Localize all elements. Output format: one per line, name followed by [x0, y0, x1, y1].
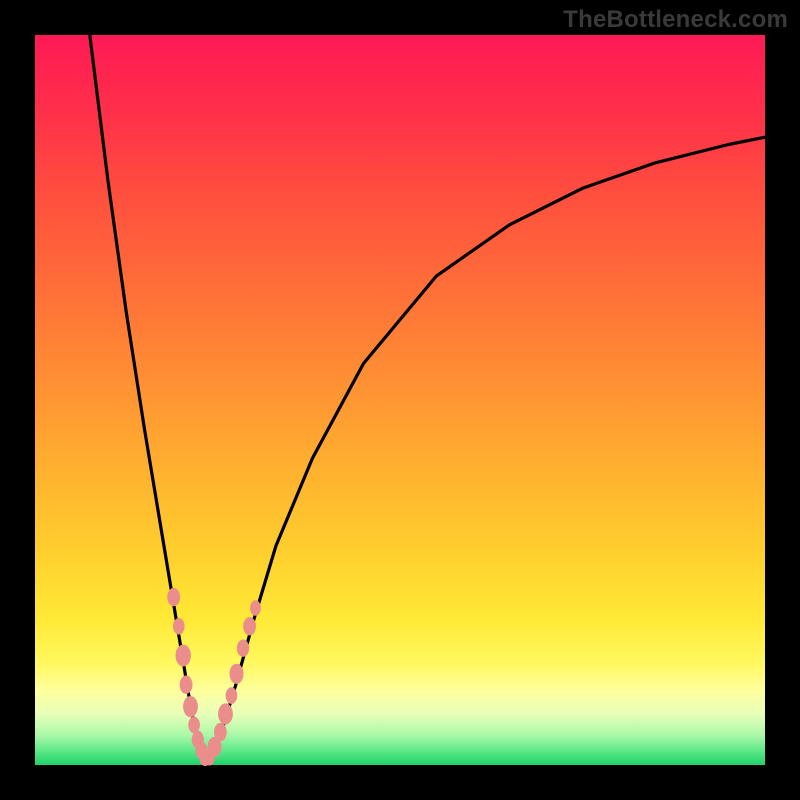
marker-dot [183, 696, 198, 717]
marker-dot [218, 703, 233, 724]
curve-right-branch [207, 137, 766, 761]
marker-dot [214, 723, 227, 741]
marker-dot [250, 600, 261, 616]
marker-dot [237, 640, 249, 657]
marker-dot [243, 617, 256, 635]
marker-dot [173, 618, 185, 635]
marker-dot [230, 664, 244, 684]
watermark-text: TheBottleneck.com [563, 6, 788, 34]
chart-frame: TheBottleneck.com [0, 0, 800, 800]
marker-dot [188, 717, 200, 734]
marker-dot [167, 588, 180, 606]
chart-svg [35, 35, 765, 765]
marker-dot [226, 687, 238, 704]
marker-dot [176, 645, 191, 667]
marker-dot [180, 676, 193, 694]
